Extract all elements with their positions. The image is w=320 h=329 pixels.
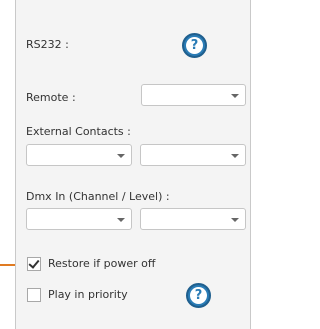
external-contacts-label: External Contacts : xyxy=(26,125,131,138)
chevron-down-icon xyxy=(231,218,239,222)
rs232-help-icon[interactable]: ? xyxy=(182,33,207,58)
chevron-down-icon xyxy=(231,154,239,158)
chevron-down-icon xyxy=(117,154,125,158)
help-question-mark: ? xyxy=(186,37,203,54)
play-priority-checkbox[interactable] xyxy=(27,288,41,302)
play-priority-help-icon[interactable]: ? xyxy=(186,283,211,308)
remote-label: Remote : xyxy=(26,91,76,104)
external-contacts-dropdown-1[interactable] xyxy=(26,144,132,166)
chevron-down-icon xyxy=(117,218,125,222)
play-priority-label: Play in priority xyxy=(48,288,128,301)
settings-panel: RS232 : ? Remote : External Contacts : D… xyxy=(15,0,251,329)
rs232-label: RS232 : xyxy=(26,38,69,51)
dmx-channel-dropdown[interactable] xyxy=(26,208,132,230)
remote-dropdown[interactable] xyxy=(141,84,246,106)
help-question-mark: ? xyxy=(190,287,207,304)
restore-label: Restore if power off xyxy=(48,257,156,270)
checkmark-icon xyxy=(28,257,40,269)
restore-checkbox[interactable] xyxy=(27,257,41,271)
chevron-down-icon xyxy=(231,94,239,98)
dmx-level-dropdown[interactable] xyxy=(140,208,246,230)
dmx-in-label: Dmx In (Channel / Level) : xyxy=(26,190,170,203)
external-contacts-dropdown-2[interactable] xyxy=(140,144,246,166)
